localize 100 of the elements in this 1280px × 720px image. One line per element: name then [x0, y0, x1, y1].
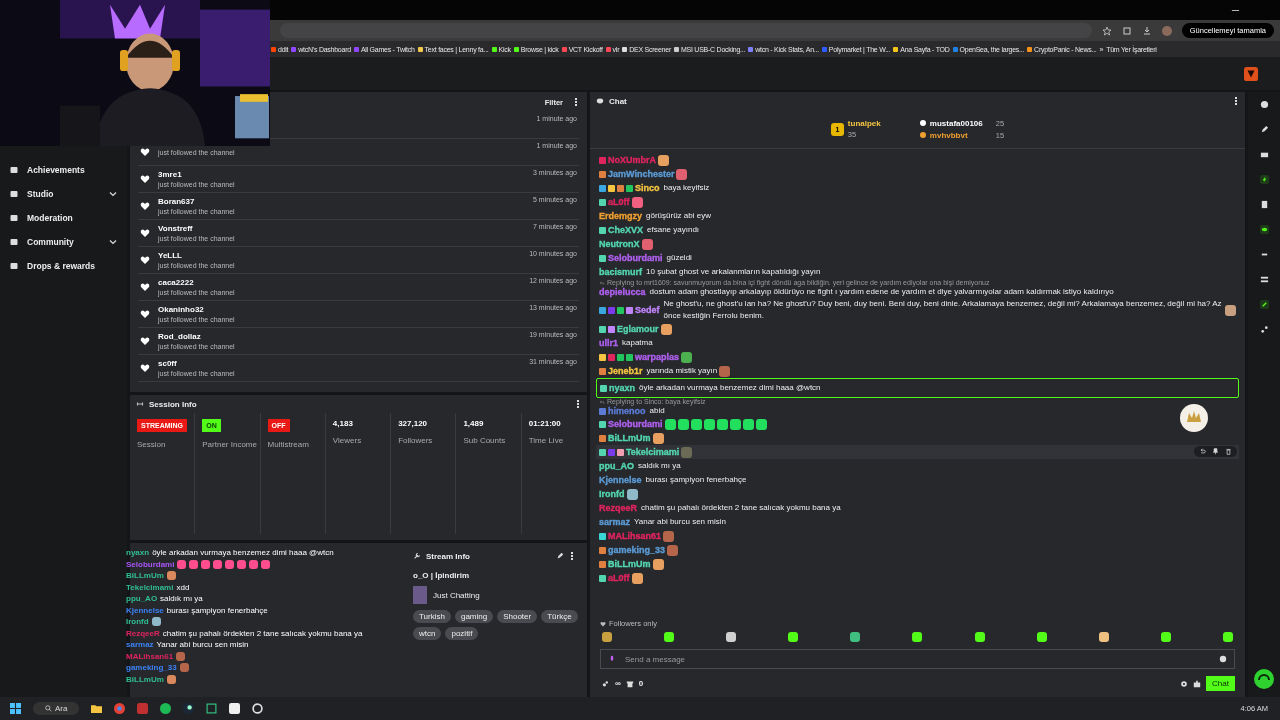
- stream-title: o_O | İpindirim: [412, 571, 471, 580]
- chat-username[interactable]: gameking_33: [608, 544, 666, 556]
- wrench-icon[interactable]: [1259, 300, 1269, 309]
- chat-username[interactable]: Kjennelse: [599, 474, 642, 486]
- star-icon[interactable]: [1101, 25, 1112, 36]
- heart-icon: [600, 620, 606, 627]
- pencil-icon[interactable]: [556, 552, 564, 560]
- microphone-icon[interactable]: [608, 655, 616, 663]
- more-icon[interactable]: [1233, 97, 1239, 105]
- chat-username[interactable]: Jeneb1r: [608, 365, 643, 377]
- more-icon[interactable]: [575, 400, 581, 408]
- chat-username[interactable]: Sedef: [635, 304, 660, 316]
- chat-bubble-icon[interactable]: [1259, 225, 1269, 234]
- chat-username: sarmaz: [126, 640, 154, 650]
- taskbar-search[interactable]: Ara: [33, 702, 80, 715]
- chat-username[interactable]: BiLLmUm: [608, 432, 651, 444]
- emote-icon[interactable]: [726, 632, 737, 642]
- stat-value: 327,120: [398, 419, 428, 428]
- chat-username[interactable]: Ironfd: [599, 488, 625, 500]
- browser-icon[interactable]: [114, 703, 126, 714]
- chat-username[interactable]: Tekelcimami: [626, 446, 680, 458]
- chat-username[interactable]: bacismurf: [599, 266, 642, 278]
- tag-chip[interactable]: wtcn: [413, 627, 442, 640]
- app-icon[interactable]: [229, 703, 241, 714]
- sidebar-item[interactable]: Studio: [0, 184, 127, 204]
- chat-message: saldık mı ya: [637, 460, 681, 472]
- chat-username[interactable]: Eglamour: [617, 323, 659, 335]
- emote-icon[interactable]: [1222, 632, 1233, 642]
- logo-icon[interactable]: [1244, 66, 1258, 81]
- chat-username[interactable]: warpaplas: [635, 351, 680, 363]
- crown-badge-icon[interactable]: [1179, 403, 1209, 433]
- download-icon[interactable]: [1141, 25, 1152, 36]
- emote-icon[interactable]: [1160, 632, 1171, 642]
- headset-icon[interactable]: [1254, 669, 1274, 689]
- heart-icon: [140, 228, 150, 238]
- lightning-icon[interactable]: [1259, 175, 1269, 184]
- document-icon[interactable]: [1259, 200, 1269, 209]
- camera-icon[interactable]: [1259, 150, 1269, 159]
- chat-username[interactable]: CheXVX: [608, 224, 643, 236]
- sidebar-item[interactable]: Achievements: [0, 160, 127, 180]
- emote-icon[interactable]: [974, 632, 985, 642]
- chat-username[interactable]: Sinco: [635, 182, 660, 194]
- chat-username[interactable]: NeutronX: [599, 238, 640, 250]
- chat-username[interactable]: ullr1: [599, 337, 618, 349]
- app-icon[interactable]: [206, 703, 218, 714]
- chat-username[interactable]: ppu_AO: [599, 460, 634, 472]
- menu-item-icon: [9, 213, 19, 223]
- server-icon[interactable]: [1259, 275, 1269, 284]
- chat-username: Tekelcimami: [126, 582, 174, 592]
- tag-chip[interactable]: Shooter: [497, 610, 538, 623]
- app-icon[interactable]: [252, 703, 264, 714]
- chat-username[interactable]: himenoo: [608, 405, 646, 417]
- chat-username[interactable]: depielucca: [599, 286, 646, 298]
- chat-username[interactable]: sarmaz: [599, 516, 631, 528]
- chat-username: Kjennelse: [126, 605, 164, 615]
- emote-icon[interactable]: [850, 632, 861, 642]
- more-icon[interactable]: [573, 98, 579, 106]
- tag-chip[interactable]: gaming: [454, 610, 494, 623]
- emote-icon[interactable]: [788, 632, 799, 642]
- points-icon[interactable]: [602, 679, 610, 688]
- app-icon[interactable]: [160, 703, 172, 714]
- pin-icon[interactable]: [1212, 448, 1219, 455]
- folder-icon[interactable]: [91, 703, 103, 714]
- emote-icon[interactable]: [664, 632, 675, 642]
- chat-username[interactable]: Erdemgzy: [599, 210, 642, 222]
- emote-icon[interactable]: [1098, 632, 1109, 642]
- sidebar-item[interactable]: Drops & rewards: [0, 256, 127, 276]
- heart-icon: [140, 363, 150, 373]
- message-input[interactable]: Send a message: [600, 649, 1235, 669]
- app-icon[interactable]: [183, 703, 195, 714]
- trash-icon[interactable]: [1225, 448, 1232, 455]
- chevron-icon[interactable]: [108, 189, 118, 199]
- more-icon[interactable]: [569, 552, 575, 560]
- sidebar-item[interactable]: Community: [0, 232, 127, 252]
- nodes-icon[interactable]: [1259, 325, 1269, 334]
- chat-username: MALihsan61: [126, 651, 174, 661]
- pencil-icon[interactable]: [1259, 125, 1269, 134]
- tag-chip[interactable]: pozitif: [445, 627, 479, 640]
- stat-label: Followers: [398, 436, 434, 445]
- chat-message: güzeldi: [665, 252, 692, 264]
- stat-label: Partner Income: [202, 440, 258, 449]
- store-icon[interactable]: [625, 679, 634, 688]
- stat-value: 01:21:00: [528, 419, 561, 428]
- emote-icon[interactable]: [912, 632, 923, 642]
- chat-username[interactable]: nyaxn: [609, 382, 635, 394]
- emote-icon[interactable]: [602, 632, 612, 642]
- sidebar-item[interactable]: Moderation: [0, 208, 127, 228]
- tag-chip[interactable]: Turkish: [413, 610, 451, 623]
- chat-username[interactable]: BiLLmUm: [608, 558, 651, 570]
- settings-icon[interactable]: [1180, 679, 1189, 688]
- chat-username[interactable]: Seloburdami: [608, 418, 663, 430]
- chevron-icon[interactable]: [108, 237, 118, 247]
- chat-username[interactable]: Seloburdami: [608, 252, 663, 264]
- send-button[interactable]: Chat: [1206, 676, 1235, 691]
- emote-icon[interactable]: [1036, 632, 1047, 642]
- chat-message: burası şampiyon fenerbahçe: [644, 474, 747, 486]
- tag-chip[interactable]: Türkçe: [541, 610, 578, 623]
- chat-username[interactable]: JamWinchester: [608, 168, 675, 180]
- windows-start-icon[interactable]: [10, 703, 21, 714]
- undo-icon[interactable]: [1199, 448, 1206, 455]
